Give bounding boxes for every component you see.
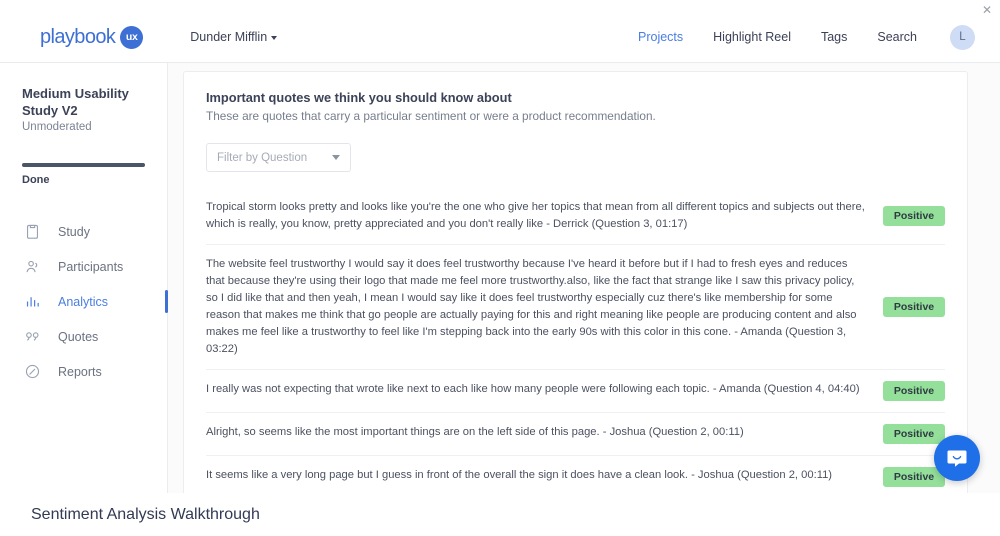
page-subtitle: These are quotes that carry a particular…	[206, 109, 656, 123]
sentiment-cell: Positive	[883, 206, 945, 227]
status-badge: Positive	[883, 381, 945, 402]
quotes-icon	[24, 328, 41, 345]
sidebar-item-study[interactable]: Study	[0, 214, 167, 249]
logo-wordmark: playbook	[40, 25, 116, 48]
quote-text: The website feel trustworthy I would say…	[206, 258, 857, 356]
workspace-selector[interactable]: Dunder Mifflin	[190, 30, 278, 44]
study-progress-fill	[22, 163, 145, 168]
sidebar-item-analytics[interactable]: Analytics	[0, 284, 168, 319]
quote-text: Alright, so seems like the most importan…	[206, 426, 744, 439]
sentiment-cell: Positive	[883, 381, 945, 402]
sidebar-item-label: Reports	[58, 364, 102, 379]
nav-link-projects[interactable]: Projects	[638, 30, 683, 44]
quote-row[interactable]: Tropical storm looks pretty and looks li…	[206, 188, 945, 246]
top-navigation-bar: playbook ux Dunder Mifflin Projects High…	[0, 12, 1000, 63]
sentiment-cell: Positive	[883, 297, 945, 318]
study-progress-label: Done	[22, 174, 50, 187]
sidebar-item-quotes[interactable]: Quotes	[0, 319, 167, 354]
sidebar-item-reports[interactable]: Reports	[0, 354, 167, 389]
sidebar-item-label: Quotes	[58, 329, 99, 344]
chevron-down-icon	[271, 36, 278, 40]
sentiment-cell: Positive	[883, 467, 945, 488]
caption-title: Sentiment Analysis Walkthrough	[31, 505, 260, 523]
sidebar-item-participants[interactable]: Participants	[0, 249, 167, 284]
page-title: Important quotes we think you should kno…	[206, 90, 512, 105]
quote-row[interactable]: Alright, so seems like the most importan…	[206, 413, 945, 457]
study-title: Medium Usability Study V2	[22, 86, 129, 119]
quotes-card: Important quotes we think you should kno…	[183, 71, 968, 493]
logo-ux-badge: ux	[120, 25, 144, 49]
quote-row[interactable]: The website feel trustworthy I would say…	[206, 245, 945, 371]
chevron-down-icon	[332, 155, 340, 160]
sidebar-item-label: Study	[58, 224, 90, 239]
quotes-list: Tropical storm looks pretty and looks li…	[206, 188, 945, 493]
bar-chart-icon	[24, 293, 41, 310]
filter-placeholder: Filter by Question	[217, 151, 308, 164]
study-subtitle: Unmoderated	[22, 121, 92, 134]
quote-row[interactable]: I really was not expecting that wrote li…	[206, 370, 945, 414]
people-icon	[24, 258, 41, 275]
caption-bar: Sentiment Analysis Walkthrough	[0, 493, 1000, 536]
quote-text: I really was not expecting that wrote li…	[206, 383, 860, 396]
clipboard-icon	[24, 223, 41, 240]
nav-link-search[interactable]: Search	[877, 30, 917, 44]
chat-bubble-icon[interactable]	[934, 435, 980, 481]
user-avatar[interactable]: L	[950, 24, 975, 50]
status-badge: Positive	[883, 297, 945, 318]
status-badge: Positive	[883, 424, 945, 445]
filter-by-question-select[interactable]: Filter by Question	[206, 143, 351, 172]
report-pen-icon	[24, 363, 41, 380]
sentiment-cell: Positive	[883, 424, 945, 445]
workspace-name: Dunder Mifflin	[190, 30, 268, 44]
nav-link-highlight-reel[interactable]: Highlight Reel	[713, 30, 791, 44]
main-content: Important quotes we think you should kno…	[168, 63, 1000, 493]
sidebar-item-label: Analytics	[58, 294, 109, 309]
close-icon[interactable]: ✕	[981, 4, 993, 16]
nav-links-group: Projects Highlight Reel Tags Search L	[638, 24, 975, 50]
quote-row[interactable]: It seems like a very long page but I gue…	[206, 456, 945, 493]
nav-link-tags[interactable]: Tags	[821, 30, 847, 44]
sidebar-item-label: Participants	[58, 259, 124, 274]
quote-text: Tropical storm looks pretty and looks li…	[206, 201, 865, 231]
sidebar-nav-items: Study Participants Analytics Quotes Repo…	[0, 214, 168, 389]
status-badge: Positive	[883, 467, 945, 488]
status-badge: Positive	[883, 206, 945, 227]
screenshot-root: ✕ playbook ux Dunder Mifflin Projects Hi…	[0, 0, 1000, 536]
application-frame: ✕ playbook ux Dunder Mifflin Projects Hi…	[0, 0, 1000, 493]
playbook-ux-logo[interactable]: playbook ux	[40, 25, 144, 49]
sidebar: Medium Usability Study V2 Unmoderated Do…	[0, 63, 168, 493]
quote-text: It seems like a very long page but I gue…	[206, 469, 833, 482]
study-progress-bar	[22, 163, 145, 168]
